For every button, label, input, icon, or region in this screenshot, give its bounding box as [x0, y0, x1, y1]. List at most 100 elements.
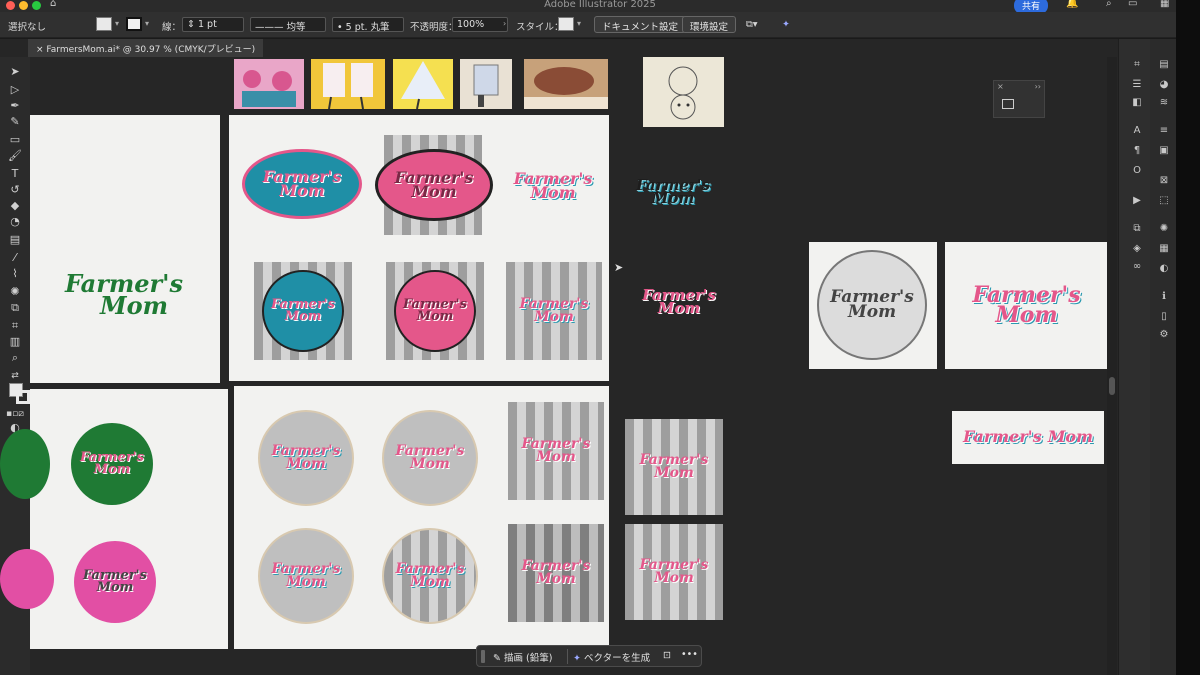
symbol-sprayer-tool-icon[interactable]: ✺ [6, 285, 24, 299]
rotate-tool-icon[interactable]: ↺ [6, 183, 24, 197]
fill-swatch[interactable] [96, 17, 112, 31]
document-settings-button[interactable]: ドキュメント設定 [594, 16, 687, 33]
artboard-panel-icon[interactable] [1002, 99, 1014, 109]
brushes-icon[interactable]: ✺ [1158, 223, 1170, 235]
generative-ai-icon[interactable]: ✦ [782, 19, 790, 30]
artboard-pink-teal-logo[interactable]: Farmer's Mom [945, 242, 1108, 369]
reference-sketch[interactable] [643, 57, 724, 127]
generate-vector-button[interactable]: ✦ ベクターを生成 [573, 650, 650, 664]
more-options-button[interactable]: ••• [681, 649, 698, 660]
contextual-task-bar: ✎ 描画 (鉛筆) ✦ ベクターを生成 ⊡ ••• [476, 645, 702, 667]
farmers-mom-logo[interactable]: Farmer's Mom [634, 267, 724, 337]
opacity-field[interactable]: 100% [452, 17, 508, 32]
artboard-gray-badges[interactable]: Farmer's Mom Farmer's Mom Farmer's Mom Farm… [234, 386, 609, 649]
reference-image-1[interactable] [234, 59, 304, 109]
artboard-badges-top[interactable]: Farmer's Mom Farmer's Mom Farmer's Mom Farm… [229, 115, 609, 381]
actions-icon[interactable]: ▶ [1131, 195, 1143, 207]
farmers-mom-logo: Farmer's Mom [508, 402, 604, 500]
appearance-icon[interactable]: ◐ [1158, 263, 1170, 275]
opentype-icon[interactable]: O [1131, 165, 1143, 177]
farmers-mom-logo[interactable]: Farmer's Mom [628, 157, 718, 227]
pathfinder-icon[interactable]: ◧ [1131, 97, 1143, 109]
image-icon[interactable]: ⊡ [663, 650, 671, 661]
logo-line2: Mom [96, 580, 134, 595]
control-bar: 選択なし ▾ ▾ 線： ⇕ 1 pt ——— 均等 • 5 pt. 丸筆 不透明… [0, 12, 1200, 38]
fill-dropdown-chevron-icon[interactable]: ▾ [115, 19, 119, 28]
logo-line2: Mom [657, 299, 701, 317]
blend-tool-icon[interactable]: ⌇ [6, 267, 24, 281]
style-chevron-icon[interactable]: ▾ [577, 19, 581, 28]
eyedropper-tool-icon[interactable]: ⁄ [6, 251, 24, 265]
pen-tool-icon[interactable]: ✒ [6, 99, 24, 113]
stroke-panel-icon[interactable]: ≡ [1158, 125, 1170, 137]
reference-image-2[interactable] [311, 59, 385, 110]
image-trace-icon[interactable]: ⊠ [1158, 175, 1170, 187]
shape-builder-tool-icon[interactable]: ◔ [6, 215, 24, 229]
preferences-button[interactable]: 環境設定 [682, 16, 737, 33]
vertical-scrollbar[interactable] [1107, 57, 1117, 675]
artboard-horizontal-logo[interactable]: Farmer's Mom [952, 411, 1104, 464]
paragraph-icon[interactable]: ¶ [1131, 145, 1143, 157]
swap-colors-icon[interactable]: ⇄ [6, 369, 24, 383]
document-info-icon[interactable]: ▯ [1158, 311, 1170, 323]
close-tab-icon[interactable]: × [36, 45, 46, 55]
transform-icon[interactable]: ⌗ [1131, 59, 1143, 71]
layers-icon[interactable]: ◈ [1131, 243, 1143, 255]
canvas-area[interactable]: Farmer's Mom Farmer's Mom Farmer's Mom Far… [0, 57, 1118, 675]
workspace-icon[interactable]: ▦ [1160, 0, 1169, 9]
stroke-color-box[interactable] [16, 390, 30, 404]
character-icon[interactable]: A [1131, 125, 1143, 137]
symbols-icon[interactable]: ▦ [1158, 243, 1170, 255]
slice-tool-icon[interactable]: ⌗ [6, 319, 24, 333]
farmers-mom-logo: Farmer's Mom [394, 270, 476, 352]
artboard-green-logo[interactable]: Farmer's Mom [30, 115, 220, 383]
info-icon[interactable]: ℹ [1158, 291, 1170, 303]
direct-selection-tool-icon[interactable]: ▷ [6, 83, 24, 97]
stroke-profile-select[interactable]: ——— 均等 [250, 17, 326, 33]
scroll-thumb[interactable] [1109, 377, 1115, 395]
stroke-dropdown-chevron-icon[interactable]: ▾ [145, 19, 149, 28]
graphic-style-swatch[interactable] [558, 17, 574, 31]
style-label: スタイル： [516, 22, 564, 33]
logo-line2: Mom [416, 309, 454, 324]
reference-image-4[interactable] [460, 59, 512, 109]
gradient-panel-icon[interactable]: ▣ [1158, 145, 1170, 157]
artboards-icon[interactable]: ⧉ [1131, 223, 1143, 235]
curvature-tool-icon[interactable]: ✎ [6, 115, 24, 129]
gradient-tool-icon[interactable]: ▤ [6, 233, 24, 247]
document-tab[interactable]: × FarmersMom.ai* @ 30.97 % (CMYK/プレビュー) [28, 39, 264, 57]
paintbrush-tool-icon[interactable]: 🖌 [6, 149, 24, 163]
bar-graph-tool-icon[interactable]: ▥ [6, 335, 24, 349]
type-tool-icon[interactable]: T [6, 167, 24, 181]
opacity-chevron-icon[interactable]: › [503, 19, 506, 28]
settings-gear-icon[interactable]: ⚙ [1158, 329, 1170, 341]
draw-pencil-button[interactable]: ✎ 描画 (鉛筆) [493, 650, 552, 664]
adjust-icon[interactable]: ≋ [1158, 97, 1170, 109]
brush-select[interactable]: • 5 pt. 丸筆 [332, 17, 404, 33]
color-mode-icon[interactable]: ▪▫⧄ [6, 407, 24, 421]
libraries-icon[interactable]: ⬚ [1158, 195, 1170, 207]
links-icon[interactable]: ∞ [1131, 261, 1143, 273]
stroke-weight-field[interactable]: ⇕ 1 pt [182, 17, 244, 32]
reference-image-5[interactable] [524, 59, 608, 109]
close-panel-icon[interactable]: × [997, 82, 1004, 91]
align-icon[interactable]: ☰ [1131, 79, 1143, 91]
bell-icon[interactable]: 🔔 [1066, 0, 1078, 9]
selection-tool-icon[interactable]: ➤ [6, 65, 24, 79]
stroke-swatch[interactable] [126, 17, 142, 31]
floating-mini-panel[interactable]: × ›› [993, 80, 1045, 118]
collapse-panel-icon[interactable]: ›› [1035, 82, 1041, 91]
color-icon[interactable]: ◕ [1158, 79, 1170, 91]
artboard-tool-icon[interactable]: ⧉ [6, 301, 24, 315]
arrange-documents-icon[interactable]: ⧉▾ [746, 19, 758, 30]
reference-image-3[interactable] [393, 59, 453, 110]
arrange-icon[interactable]: ▭ [1128, 0, 1137, 9]
artboard-outline-circle[interactable]: Farmer's Mom [809, 242, 937, 369]
search-icon[interactable]: ⌕ [1106, 0, 1112, 9]
properties-icon[interactable]: ▤ [1158, 59, 1170, 71]
eraser-tool-icon[interactable]: ◆ [6, 199, 24, 213]
artboard-circle-badges[interactable]: Farmer's Mom Farmer's Mom [0, 389, 228, 649]
drag-handle[interactable] [481, 650, 485, 663]
rectangle-tool-icon[interactable]: ▭ [6, 133, 24, 147]
zoom-tool-icon[interactable]: ⌕ [6, 351, 24, 365]
